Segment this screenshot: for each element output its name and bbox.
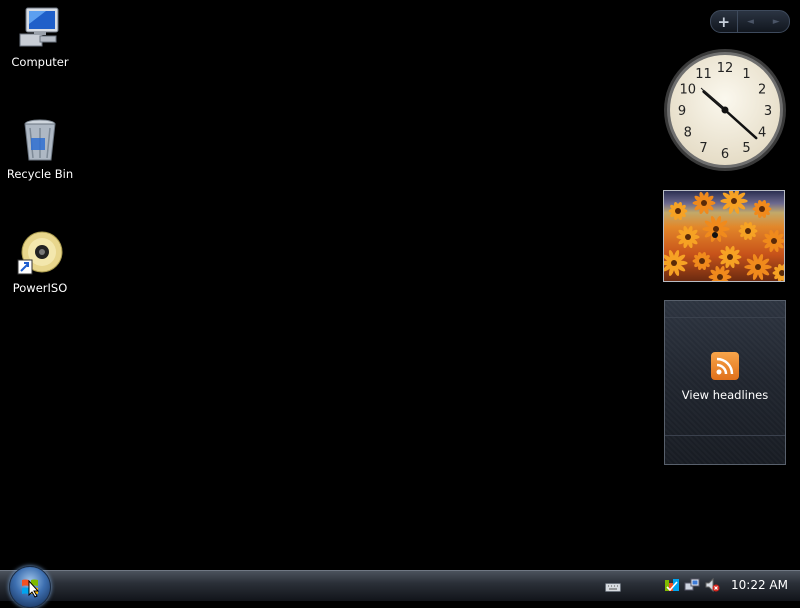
desktop-icon-poweriso[interactable]: PowerISO [2, 230, 78, 295]
feed-headlines-gadget[interactable]: View headlines [664, 300, 786, 465]
feed-bottom-band [665, 435, 785, 464]
clock-numeral: 2 [758, 83, 766, 98]
security-center-icon[interactable] [663, 576, 681, 594]
slideshow-photo [664, 191, 784, 281]
recycle-bin-icon [16, 116, 64, 164]
volume-muted-icon[interactable] [703, 576, 721, 594]
network-icon[interactable] [683, 576, 701, 594]
sidebar-controls: + ◄ ► [710, 10, 790, 33]
clock-numeral: 3 [764, 104, 772, 119]
clock-numeral: 1 [742, 67, 750, 82]
desktop-icon-recycle-bin[interactable]: Recycle Bin [2, 116, 78, 181]
clock-numeral: 10 [680, 83, 697, 98]
view-headlines-link[interactable]: View headlines [682, 388, 768, 402]
taskbar-clock[interactable]: 10:22 AM [731, 578, 788, 592]
desktop-icon-label: PowerISO [12, 281, 68, 295]
desktop-icon-computer[interactable]: Computer [2, 4, 78, 69]
mouse-cursor-icon [28, 579, 40, 602]
next-page-button[interactable]: ► [763, 11, 789, 32]
clock-numeral: 7 [699, 141, 707, 156]
keyboard-icon[interactable] [605, 578, 621, 597]
feed-top-band [665, 301, 785, 318]
clock-numeral: 6 [721, 147, 729, 162]
clock-numeral: 5 [742, 141, 750, 156]
clock-numeral: 4 [758, 126, 766, 141]
add-gadget-button[interactable]: + [711, 11, 738, 32]
desktop-icon-label: Recycle Bin [6, 167, 74, 181]
desktop-icon-label: Computer [11, 55, 69, 69]
rss-feed-icon [711, 352, 739, 380]
computer-icon [16, 4, 64, 52]
clock-numeral: 12 [717, 61, 734, 76]
clock-numeral: 11 [695, 67, 712, 82]
clock-gadget[interactable]: 1 2 3 4 5 6 7 8 9 10 11 12 [663, 48, 787, 172]
system-tray: 10:22 AM [661, 570, 800, 600]
clock-numeral: 8 [684, 126, 692, 141]
previous-page-button[interactable]: ◄ [738, 11, 764, 32]
clock-numeral: 9 [678, 104, 686, 119]
slideshow-gadget[interactable] [663, 190, 785, 282]
poweriso-disc-icon [16, 230, 64, 278]
